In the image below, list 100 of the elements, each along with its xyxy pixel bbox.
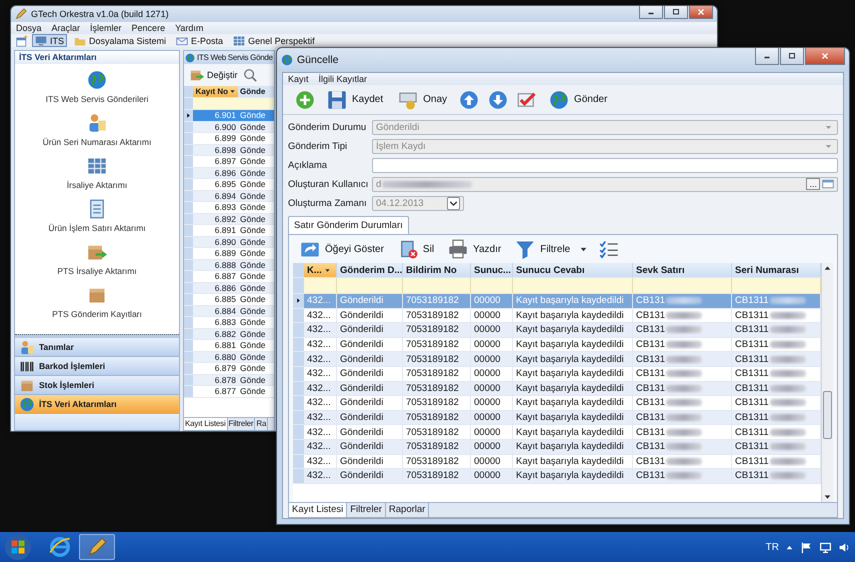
toolbar-button[interactable]: Genel Perspektif [230, 34, 318, 47]
menu-item[interactable]: Kayıt [288, 74, 309, 84]
browser-icon[interactable] [49, 536, 71, 558]
input-field[interactable] [372, 158, 838, 172]
table-cell-text: Gönde [239, 352, 267, 362]
table-row[interactable]: 6.896 Gönde [184, 168, 274, 179]
navigation-link[interactable]: Ürün İşlem Satırı Aktarımı [48, 223, 146, 233]
table-row[interactable]: 432... Gönderildi 7053189182 00000 Kayıt başarıyla kaydedildi CB131 CB1311 [293, 469, 821, 484]
menu-item[interactable]: Yardım [175, 23, 204, 33]
row-header[interactable] [184, 110, 193, 120]
tab[interactable]: Raporlar [386, 503, 430, 517]
column-header[interactable]: Gönderim D... [337, 263, 403, 277]
flag-icon[interactable] [800, 540, 813, 554]
search-icon[interactable] [242, 68, 257, 82]
row-header[interactable] [293, 294, 304, 308]
column-header[interactable]: Sevk Satırı [633, 263, 732, 277]
table-cell-text: 6.897 [214, 156, 237, 166]
toolbar-button[interactable]: Onay [395, 88, 450, 112]
navigation-link[interactable]: Ürün Seri Numarası Aktarımı [42, 137, 152, 147]
table-row[interactable]: 6.900 Gönde [184, 122, 274, 133]
menu-item[interactable]: Pencere [132, 23, 166, 33]
maximize-button[interactable] [780, 48, 804, 65]
blurred-text [666, 458, 702, 465]
blurred-text [666, 356, 702, 363]
toolbar-button[interactable]: Filtrele [512, 237, 592, 261]
table-cell: Kayıt başarıyla kaydedildi [516, 441, 624, 452]
language-indicator[interactable]: TR [766, 542, 779, 552]
scrollbar[interactable] [821, 263, 833, 502]
table-row[interactable]: 6.884 Gönde [184, 306, 274, 317]
document-icon[interactable] [87, 199, 107, 219]
menu-item[interactable]: Dosya [16, 23, 42, 33]
plus-icon[interactable] [295, 90, 315, 110]
table-cell: CB1311 [735, 324, 769, 336]
column-header[interactable]: Bildirim No [403, 263, 471, 277]
toolbar-button[interactable]: Öğeyi Göster [297, 237, 387, 261]
table-cell-text: Gönde [239, 363, 267, 374]
table-row[interactable]: 6.898 Gönde [184, 144, 274, 156]
table-row[interactable]: 432... Gönderildi 7053189182 00000 Kayıt başarıyla kaydedildi CB131 CB1311 [293, 440, 821, 455]
close-button[interactable] [689, 6, 713, 19]
toolbar-button[interactable]: ITS [32, 34, 68, 47]
tab[interactable]: Satır Gönderim Durumları [288, 216, 409, 234]
navigation-link[interactable]: PTS Gönderim Kayıtları [52, 309, 142, 319]
navigation-link[interactable]: PTS İrsaliye Aktarımı [57, 266, 137, 276]
maximize-button[interactable] [664, 6, 688, 19]
globe-icon[interactable] [86, 70, 107, 90]
toolbar-button[interactable]: Sil [394, 237, 438, 261]
toolbar-button[interactable]: E-Posta [173, 34, 226, 47]
minimize-button[interactable] [755, 48, 779, 65]
arrow-down-icon[interactable] [488, 90, 508, 110]
navigation-group[interactable]: Tanımlar [15, 338, 179, 357]
column-header[interactable]: K... [304, 263, 337, 277]
table-row[interactable]: 6.890 Gönde [184, 236, 274, 248]
column-header[interactable]: Gönde [238, 86, 274, 97]
scrollbar-thumb[interactable] [823, 391, 832, 439]
navigation-group[interactable]: İTS Veri Aktarımları [15, 395, 179, 414]
table-row[interactable]: 432... Gönderildi 7053189182 00000 Kayıt başarıyla kaydedildi CB131 CB1311 [293, 352, 821, 367]
blurred-text [770, 384, 806, 392]
column-header[interactable]: Sunuc... [471, 263, 513, 277]
toolbar-button[interactable]: Gönder [546, 88, 610, 112]
table-row[interactable]: 432... Gönderildi 7053189182 00000 Kayıt başarıyla kaydedildi CB131 CB1311 [293, 382, 821, 396]
taskbar-app-button[interactable] [79, 534, 115, 560]
new-window-icon[interactable] [16, 34, 28, 46]
table-row[interactable]: 432... Gönderildi 7053189182 00000 Kayıt başarıyla kaydedildi CB131 CB1311 [293, 410, 821, 426]
table-row[interactable]: 6.880 Gönde [184, 352, 274, 363]
table-row[interactable]: 6.892 Gönde [184, 214, 274, 225]
people-icon[interactable] [86, 113, 107, 133]
table-cell: 00000 [474, 339, 500, 350]
table-row[interactable]: 432... Gönderildi 7053189182 00000 Kayıt başarıyla kaydedildi CB131 CB1311 [293, 323, 821, 338]
start-button[interactable] [5, 534, 31, 560]
navigation-group[interactable]: Barkod İşlemleri [15, 357, 179, 376]
menu-item[interactable]: İlgili Kayıtlar [318, 74, 368, 84]
tab[interactable]: Kayıt Listesi [289, 503, 348, 517]
table-cell-text: Gönde [239, 374, 267, 385]
checklist-icon[interactable] [599, 239, 620, 259]
menu-item[interactable]: İşlemler [90, 23, 122, 33]
table-row[interactable]: 6.878 Gönde [184, 374, 274, 386]
table-row[interactable]: 6.894 Gönde [184, 190, 274, 202]
column-header[interactable]: Sunucu Cevabı [513, 263, 633, 277]
table-row[interactable]: 6.882 Gönde [184, 328, 274, 340]
tab[interactable]: Ra [255, 418, 268, 430]
toolbar-button[interactable]: Yazdır [445, 237, 504, 261]
tab[interactable]: Kayıt Listesi [184, 418, 228, 430]
grid-icon[interactable] [87, 156, 107, 176]
toolbar-button[interactable]: Kaydet [324, 88, 386, 112]
table-row[interactable]: 6.886 Gönde [184, 282, 274, 294]
speaker-icon[interactable] [838, 540, 851, 554]
table-cell: 00000 [474, 310, 500, 321]
tab[interactable]: Filtreler [347, 503, 386, 517]
table-row[interactable]: 6.888 Gönde [184, 260, 274, 271]
navigation-link[interactable]: ITS Web Servis Gönderileri [46, 94, 148, 104]
tab[interactable]: Filtreler [228, 418, 256, 430]
column-header[interactable]: Kayıt No [193, 86, 238, 97]
navigation-link[interactable]: İrsaliye Aktarımı [66, 180, 128, 190]
navigation-group[interactable]: Stok İşlemleri [15, 376, 179, 395]
table-row[interactable]: 6.877 Gönde [184, 386, 274, 398]
toolbar-button[interactable]: Dosyalama Sistemi [71, 34, 170, 47]
menu-item[interactable]: Araçlar [52, 23, 80, 33]
minimize-button[interactable] [639, 6, 663, 19]
arrow-up-icon[interactable] [459, 90, 480, 110]
monitor-icon[interactable] [819, 540, 832, 554]
